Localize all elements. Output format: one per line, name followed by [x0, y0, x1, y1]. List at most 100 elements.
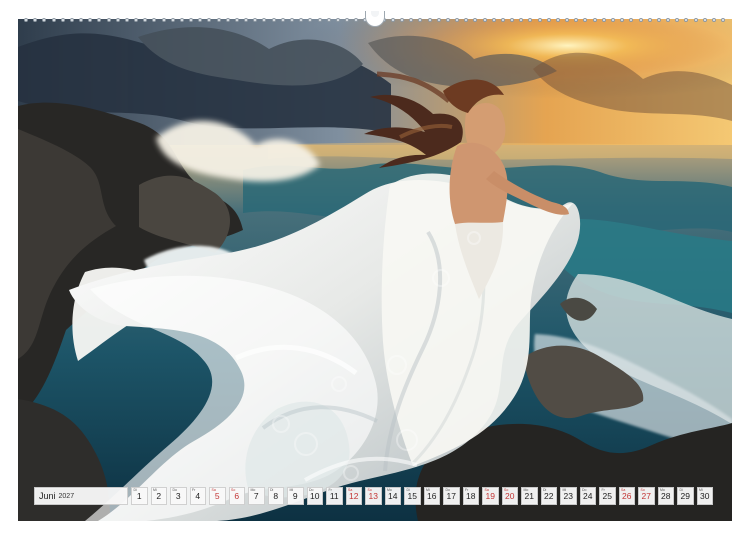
binding-ring-icon	[234, 18, 239, 22]
date-number: 12	[349, 491, 359, 501]
date-number: 8	[273, 491, 279, 501]
binding-ring-icon	[464, 18, 469, 22]
date-number: 21	[524, 491, 534, 501]
calendar-day-cell: Fr 18	[462, 487, 479, 505]
binding-ring-icon	[244, 18, 249, 22]
month-label-box: Juni 2027	[34, 487, 128, 505]
calendar-day-cell: So 27	[638, 487, 655, 505]
date-number: 6	[234, 491, 240, 501]
binding-ring-icon	[97, 18, 102, 22]
binding-ring-icon	[124, 18, 129, 22]
binding-ring-icon	[528, 18, 533, 22]
binding-ring-icon	[473, 18, 478, 22]
binding-ring-icon	[24, 18, 28, 22]
calendar-page: Juni 2027 Di 1 Mi 2 Do 3 Fr 4 Sa 5 So 6 Mo 7 Di 8 Mi 9 Do 1…	[0, 0, 750, 540]
binding-ring-icon	[289, 18, 294, 22]
binding-ring-icon	[666, 18, 671, 22]
binding-ring-icon	[638, 18, 643, 22]
binding-ring-icon	[345, 18, 350, 22]
date-number: 14	[388, 491, 398, 501]
date-number: 25	[602, 491, 612, 501]
seaside-woman-dress-image	[18, 19, 732, 521]
binding-ring-icon	[198, 18, 203, 22]
binding-ring-icon	[170, 18, 175, 22]
date-number: 18	[466, 491, 476, 501]
calendar-day-cell: Do 3	[170, 487, 187, 505]
calendar-day-cell: Mi 9	[287, 487, 304, 505]
calendar-day-cell: Di 15	[404, 487, 421, 505]
year-label: 2027	[58, 492, 75, 500]
binding-ring-icon	[69, 18, 74, 22]
binding-ring-icon	[106, 18, 111, 22]
binding-ring-icon	[299, 18, 304, 22]
date-number: 28	[661, 491, 671, 501]
binding-ring-icon	[143, 18, 148, 22]
calendar-day-cell: So 13	[365, 487, 382, 505]
calendar-day-cell: Do 24	[579, 487, 596, 505]
calendar-day-cell: So 20	[501, 487, 518, 505]
binding-ring-icon	[546, 18, 551, 22]
binding-ring-icon	[60, 18, 65, 22]
binding-ring-icon	[592, 18, 597, 22]
binding-ring-icon	[455, 18, 460, 22]
binding-ring-icon	[51, 18, 56, 22]
date-number: 3	[175, 491, 181, 501]
calendar-day-cell: Do 10	[306, 487, 323, 505]
date-number: 15	[407, 491, 417, 501]
calendar-day-cell: Sa 12	[345, 487, 362, 505]
binding-ring-icon	[601, 18, 606, 22]
calendar-day-cell: Di 22	[540, 487, 557, 505]
date-number: 22	[544, 491, 554, 501]
binding-ring-icon	[620, 18, 625, 22]
binding-ring-icon	[711, 18, 716, 22]
binding-ring-icon	[427, 18, 432, 22]
binding-ring-icon	[693, 18, 698, 22]
binding-ring-icon	[565, 18, 570, 22]
date-number: 11	[329, 491, 339, 501]
binding-ring-icon	[721, 18, 726, 22]
calendar-day-cell: Sa 5	[209, 487, 226, 505]
binding-ring-icon	[354, 18, 359, 22]
binding-ring-icon	[445, 18, 450, 22]
date-number: 13	[368, 491, 378, 501]
binding-ring-icon	[179, 18, 184, 22]
date-number: 2	[156, 491, 162, 501]
binding-ring-icon	[583, 18, 588, 22]
binding-ring-icon	[152, 18, 157, 22]
date-number: 29	[680, 491, 690, 501]
calendar-day-cell: So 6	[228, 487, 245, 505]
calendar-day-cell: Sa 26	[618, 487, 635, 505]
binding-ring-icon	[390, 18, 395, 22]
date-number: 1	[136, 491, 142, 501]
month-name: Juni	[39, 490, 56, 501]
binding-ring-icon	[647, 18, 652, 22]
date-number: 5	[214, 491, 220, 501]
date-number: 4	[195, 491, 201, 501]
date-number: 16	[427, 491, 437, 501]
calendar-day-cell: Di 8	[267, 487, 284, 505]
binding-ring-icon	[409, 18, 414, 22]
binding-ring-icon	[684, 18, 689, 22]
binding-ring-icon	[400, 18, 405, 22]
binding-ring-icon	[134, 18, 139, 22]
calendar-day-cell: Mo 28	[657, 487, 674, 505]
calendar-day-cell: Do 17	[443, 487, 460, 505]
binding-ring-icon	[88, 18, 93, 22]
calendar-day-cell: Mi 16	[423, 487, 440, 505]
day-cells: Di 1 Mi 2 Do 3 Fr 4 Sa 5 So 6 Mo 7 Di 8 Mi 9 Do 10 Fr 11 Sa 12 S…	[131, 487, 713, 505]
binding-ring-icon	[189, 18, 194, 22]
binding-ring-icon	[115, 18, 120, 22]
binding-ring-icon	[482, 18, 487, 22]
binding-ring-icon	[500, 18, 505, 22]
binding-ring-icon	[611, 18, 615, 22]
binding-ring-icon	[225, 18, 230, 22]
calendar-day-cell: Sa 19	[482, 487, 499, 505]
binding-ring-icon	[418, 18, 423, 22]
calendar-day-cell: Fr 25	[599, 487, 616, 505]
date-number: 26	[622, 491, 632, 501]
calendar-day-cell: Mi 2	[150, 487, 167, 505]
date-number: 27	[641, 491, 651, 501]
date-number: 30	[700, 491, 710, 501]
calendar-day-cell: Di 1	[131, 487, 148, 505]
binding-ring-icon	[262, 18, 267, 22]
